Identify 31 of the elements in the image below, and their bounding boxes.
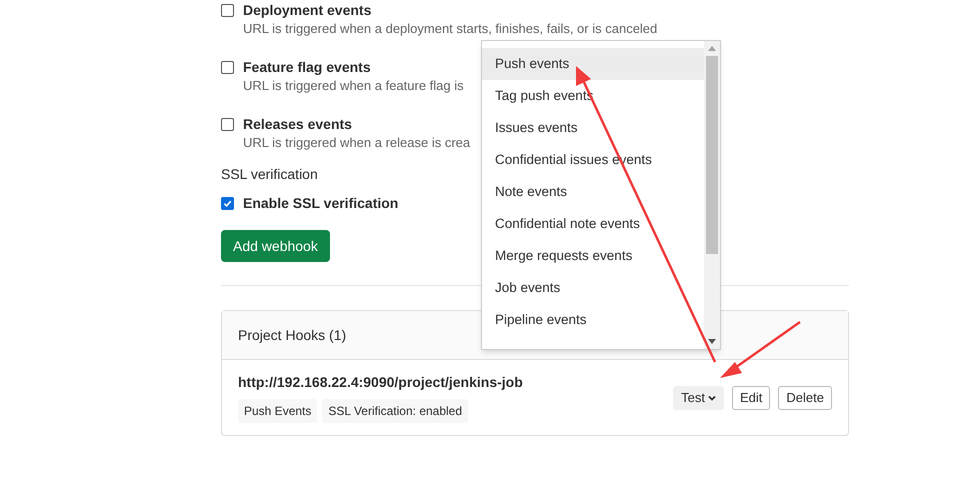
dropdown-item[interactable]: Issues events xyxy=(482,112,704,144)
checkbox[interactable] xyxy=(221,118,234,131)
dropdown-item[interactable]: Confidential note events xyxy=(482,208,704,240)
delete-button[interactable]: Delete xyxy=(778,386,832,410)
event-label: Releases events xyxy=(243,115,353,134)
dropdown-item[interactable]: Pipeline events xyxy=(482,304,704,336)
scrollbar-thumb[interactable] xyxy=(706,56,718,254)
hook-url: http://192.168.22.4:9090/project/jenkins-job xyxy=(238,373,524,392)
dropdown-item[interactable]: Push events xyxy=(482,48,704,80)
checkbox[interactable] xyxy=(221,61,234,74)
checkbox[interactable] xyxy=(221,4,234,17)
section-heading: SSL verification xyxy=(221,165,319,184)
event-label: Feature flag events xyxy=(243,58,372,77)
panel-title: Project Hooks (1) xyxy=(238,326,346,345)
test-dropdown-button[interactable]: Test xyxy=(673,386,724,410)
event-description: URL is triggered when a feature flag is xyxy=(243,77,464,95)
scroll-down-icon xyxy=(708,339,716,344)
hook-badge: SSL Verification: enabled xyxy=(322,399,468,423)
scroll-up-icon xyxy=(708,46,716,51)
checkbox[interactable] xyxy=(221,197,234,210)
event-description: URL is triggered when a deployment starts, finishes, fails, or is canceled xyxy=(243,20,658,38)
edit-button[interactable]: Edit xyxy=(732,386,770,410)
event-description: URL is triggered when a release is crea xyxy=(243,134,470,152)
event-label: Deployment events xyxy=(243,1,372,20)
dropdown-item[interactable]: Merge requests events xyxy=(482,240,704,272)
checkbox-label: Enable SSL verification xyxy=(243,194,398,213)
dropdown-item[interactable]: Note events xyxy=(482,176,704,208)
add-webhook-button[interactable]: Add webhook xyxy=(221,230,330,262)
dropdown-item[interactable]: Job events xyxy=(482,272,704,304)
chevron-down-icon xyxy=(708,394,716,400)
hook-badge: Push Events xyxy=(238,399,318,423)
